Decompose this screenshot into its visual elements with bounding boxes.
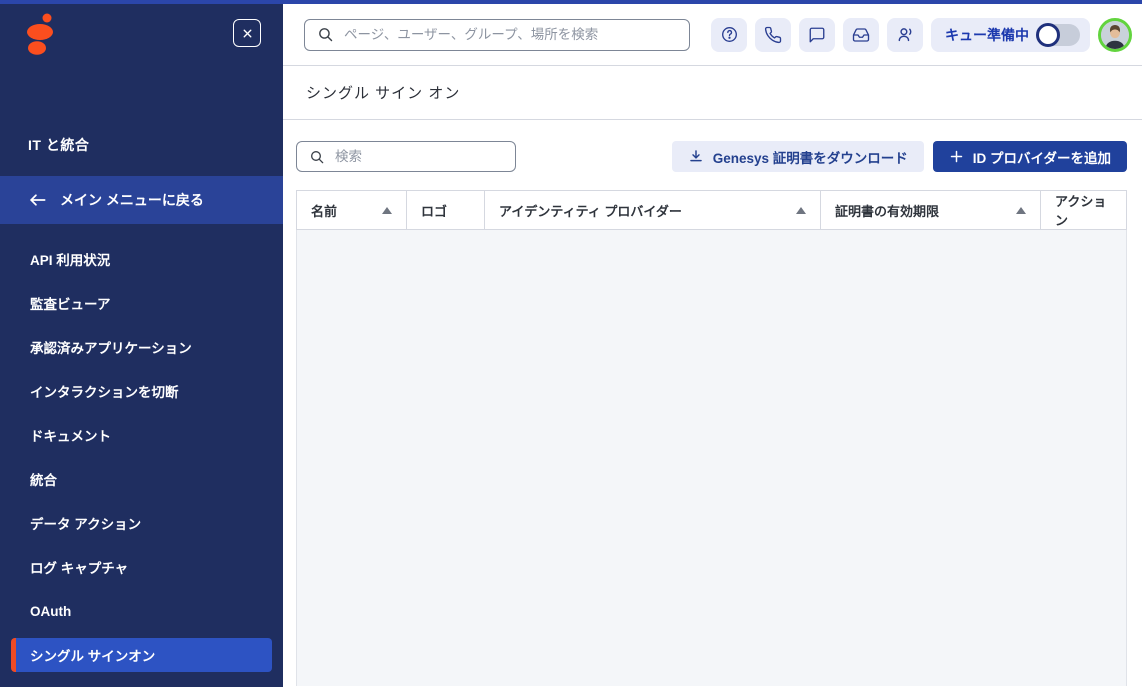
identity-providers-table: 名前 ロゴ アイデンティティ プロバイダー 証明書の有効期限 アクション <box>296 190 1127 686</box>
sidebar-item-documents[interactable]: ドキュメント <box>0 413 283 457</box>
sidebar-item-label: 承認済みアプリケーション <box>30 337 192 357</box>
sidebar-item-label: シングル サインオン <box>30 645 155 665</box>
close-icon <box>241 27 254 40</box>
topbar: キュー準備中 <box>283 0 1142 66</box>
sidebar-item-audit-viewer[interactable]: 監査ビューア <box>0 281 283 325</box>
sidebar-menu: API 利用状況 監査ビューア 承認済みアプリケーション インタラクションを切断… <box>0 237 283 677</box>
agent-audio-button[interactable] <box>887 18 923 52</box>
column-label: ロゴ <box>421 201 447 220</box>
arrow-left-icon <box>28 192 47 208</box>
column-header-name[interactable]: 名前 <box>297 191 407 229</box>
sidebar-item-single-sign-on[interactable]: シングル サインオン <box>11 638 272 672</box>
sidebar-item-label: OAuth <box>30 604 71 619</box>
download-icon <box>688 149 704 165</box>
queue-ready-toggle[interactable] <box>1038 24 1080 46</box>
column-label: 証明書の有効期限 <box>835 201 939 220</box>
phone-icon <box>764 26 782 44</box>
sort-asc-icon[interactable] <box>1016 207 1026 214</box>
sidebar-item-disconnect-interactions[interactable]: インタラクションを切断 <box>0 369 283 413</box>
search-icon <box>309 149 325 165</box>
global-search[interactable] <box>304 19 690 51</box>
sidebar-item-label: ログ キャプチャ <box>30 557 128 577</box>
sidebar-item-label: インタラクションを切断 <box>30 381 179 401</box>
sidebar-item-label: データ アクション <box>30 513 141 533</box>
sidebar-item-integrations[interactable]: 統合 <box>0 457 283 501</box>
plus-icon <box>949 149 964 164</box>
content: Genesys 証明書をダウンロード ID プロバイダーを追加 名前 ロゴ <box>283 120 1142 686</box>
column-header-certificate-expiry[interactable]: 証明書の有効期限 <box>821 191 1041 229</box>
search-icon <box>317 26 334 43</box>
queue-status-label: キュー準備中 <box>945 25 1029 45</box>
chat-icon <box>808 26 826 44</box>
table-header: 名前 ロゴ アイデンティティ プロバイダー 証明書の有効期限 アクション <box>296 190 1127 230</box>
genesys-logo <box>20 11 62 57</box>
queue-status-pill: キュー準備中 <box>931 18 1090 52</box>
toggle-knob <box>1036 23 1060 47</box>
sidebar-item-log-capture[interactable]: ログ キャプチャ <box>0 545 283 589</box>
main-area: キュー準備中 シングル サイン オン <box>283 0 1142 687</box>
help-button[interactable] <box>711 18 747 52</box>
chat-button[interactable] <box>799 18 835 52</box>
global-search-input[interactable] <box>344 27 677 42</box>
sidebar-close-button[interactable] <box>233 19 261 47</box>
sidebar-item-label: 統合 <box>30 469 57 489</box>
sidebar-section-title: IT と統合 <box>28 135 89 155</box>
top-accent-strip <box>0 0 1142 4</box>
column-label: アイデンティティ プロバイダー <box>499 201 682 220</box>
column-header-identity-provider[interactable]: アイデンティティ プロバイダー <box>485 191 821 229</box>
table-search-input[interactable] <box>335 149 503 164</box>
sidebar-item-label: 監査ビューア <box>30 293 110 313</box>
add-identity-provider-button[interactable]: ID プロバイダーを追加 <box>933 141 1127 172</box>
column-label: 名前 <box>311 201 337 220</box>
back-to-main-menu[interactable]: メイン メニューに戻る <box>0 176 283 224</box>
user-avatar[interactable] <box>1098 18 1132 52</box>
title-bar: シングル サイン オン <box>283 66 1142 120</box>
sidebar-item-label: ドキュメント <box>30 425 111 445</box>
content-toolbar: Genesys 証明書をダウンロード ID プロバイダーを追加 <box>296 141 1127 172</box>
sort-asc-icon[interactable] <box>382 207 392 214</box>
agent-audio-icon <box>896 25 915 44</box>
back-label: メイン メニューに戻る <box>60 190 204 210</box>
download-button-label: Genesys 証明書をダウンロード <box>713 147 908 167</box>
sort-asc-icon[interactable] <box>796 207 806 214</box>
download-certificate-button[interactable]: Genesys 証明書をダウンロード <box>672 141 924 172</box>
column-header-actions: アクション <box>1041 191 1126 229</box>
add-button-label: ID プロバイダーを追加 <box>973 147 1111 167</box>
table-search[interactable] <box>296 141 516 172</box>
sidebar-item-label: API 利用状況 <box>30 249 110 269</box>
sidebar: IT と統合 メイン メニューに戻る API 利用状況 監査ビューア 承認済みア… <box>0 0 283 687</box>
toolbar-buttons: Genesys 証明書をダウンロード ID プロバイダーを追加 <box>672 141 1127 172</box>
topbar-actions: キュー準備中 <box>711 18 1132 52</box>
sidebar-item-oauth[interactable]: OAuth <box>0 589 283 633</box>
phone-button[interactable] <box>755 18 791 52</box>
sidebar-item-authorized-apps[interactable]: 承認済みアプリケーション <box>0 325 283 369</box>
help-icon <box>720 25 739 44</box>
inbox-icon <box>852 26 870 44</box>
table-body-empty <box>296 230 1127 686</box>
column-label: アクション <box>1055 191 1112 229</box>
sidebar-item-api-usage[interactable]: API 利用状況 <box>0 237 283 281</box>
inbox-button[interactable] <box>843 18 879 52</box>
column-header-logo: ロゴ <box>407 191 485 229</box>
sidebar-item-data-actions[interactable]: データ アクション <box>0 501 283 545</box>
page-title: シングル サイン オン <box>306 82 460 103</box>
